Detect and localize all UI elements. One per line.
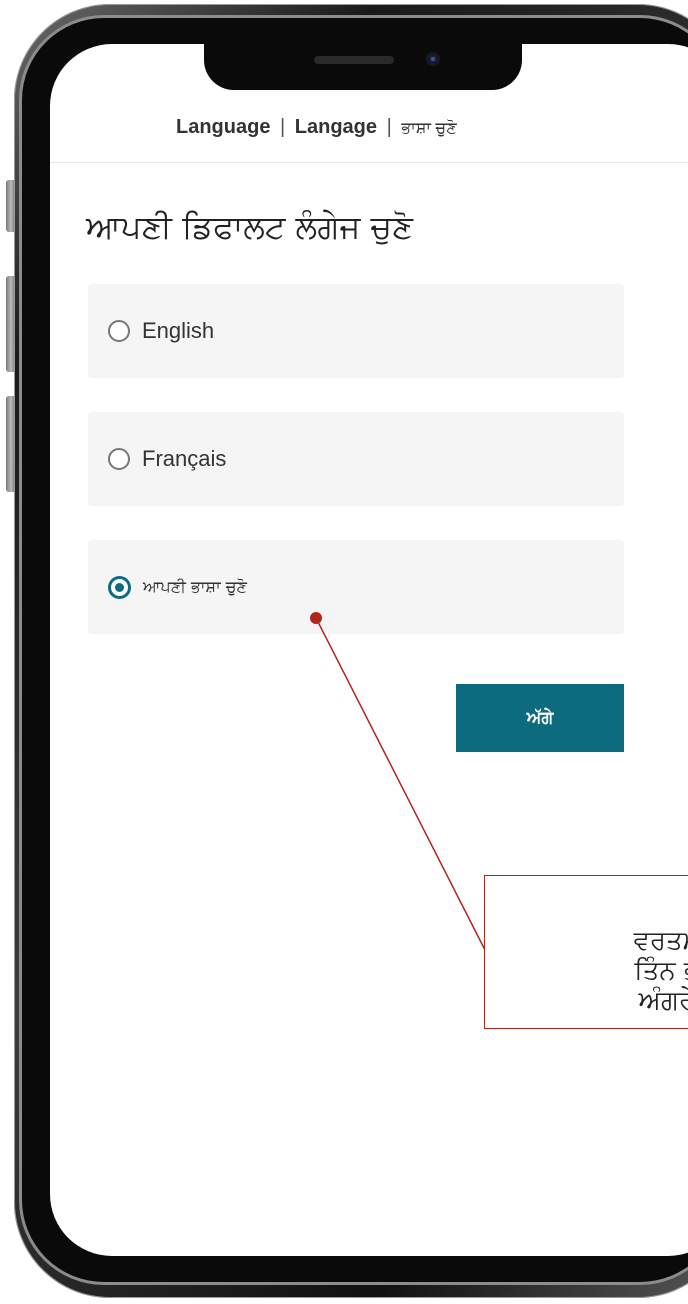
app-header: Language | Langage | ਭਾਸ਼ਾ ਚੁਣੋ bbox=[50, 92, 688, 163]
language-option-french[interactable]: Français bbox=[88, 412, 624, 506]
front-camera-icon bbox=[426, 52, 440, 66]
option-label: English bbox=[142, 318, 215, 343]
header-title-french: Langage bbox=[294, 115, 378, 138]
annotation-text: ਵਰਤਮਾਨ ਵਿੱ ਤਿੰਨ ਭਾਸ਼ਾਵਾਂ ਅੰਗਰੇਜ਼ੀ, ਫ੍ਰੈ bbox=[495, 926, 688, 1016]
annotation-line: ਅੰਗਰੇਜ਼ੀ, ਫ੍ਰੈ bbox=[638, 986, 688, 1016]
header-title: Language | Langage | ਭਾਸ਼ਾ ਚੁਣੋ bbox=[176, 116, 457, 139]
radio-unchecked-icon[interactable] bbox=[108, 448, 130, 470]
header-separator: | bbox=[386, 115, 392, 138]
phone-notch bbox=[204, 44, 522, 90]
page-title: ਆਪਣੀ ਡਿਫਾਲਟ ਲੰਗੇਜ ਚੁਣੋ bbox=[86, 208, 413, 246]
option-label: ਆਪਣੀ ਭਾਸ਼ਾ ਚੁਣੋ bbox=[143, 577, 247, 596]
phone-screen: Language | Langage | ਭਾਸ਼ਾ ਚੁਣੋ ਆਪਣੀ ਡਿਫ… bbox=[50, 44, 688, 1256]
annotation-callout: ਵਰਤਮਾਨ ਵਿੱ ਤਿੰਨ ਭਾਸ਼ਾਵਾਂ ਅੰਗਰੇਜ਼ੀ, ਫ੍ਰੈ bbox=[484, 875, 688, 1029]
header-title-punjabi: ਭਾਸ਼ਾ ਚੁਣੋ bbox=[401, 119, 457, 137]
radio-unchecked-icon[interactable] bbox=[108, 320, 130, 342]
header-title-english: Language bbox=[176, 115, 271, 138]
option-label: Français bbox=[142, 446, 227, 471]
next-button[interactable]: ਅੱਗੇ bbox=[456, 684, 624, 752]
language-option-english[interactable]: English bbox=[88, 284, 624, 378]
annotation-line: ਵਰਤਮਾਨ ਵਿੱ bbox=[633, 926, 688, 956]
app-stage: Language | Langage | ਭਾਸ਼ਾ ਚੁਣੋ ਆਪਣੀ ਡਿਫ… bbox=[0, 0, 688, 1304]
annotation-line: ਤਿੰਨ ਭਾਸ਼ਾਵਾਂ bbox=[634, 956, 688, 986]
header-separator: | bbox=[280, 115, 286, 138]
speaker-grille bbox=[314, 56, 394, 64]
language-option-punjabi[interactable]: ਆਪਣੀ ਭਾਸ਼ਾ ਚੁਣੋ bbox=[88, 540, 624, 634]
radio-checked-icon[interactable] bbox=[108, 575, 131, 599]
